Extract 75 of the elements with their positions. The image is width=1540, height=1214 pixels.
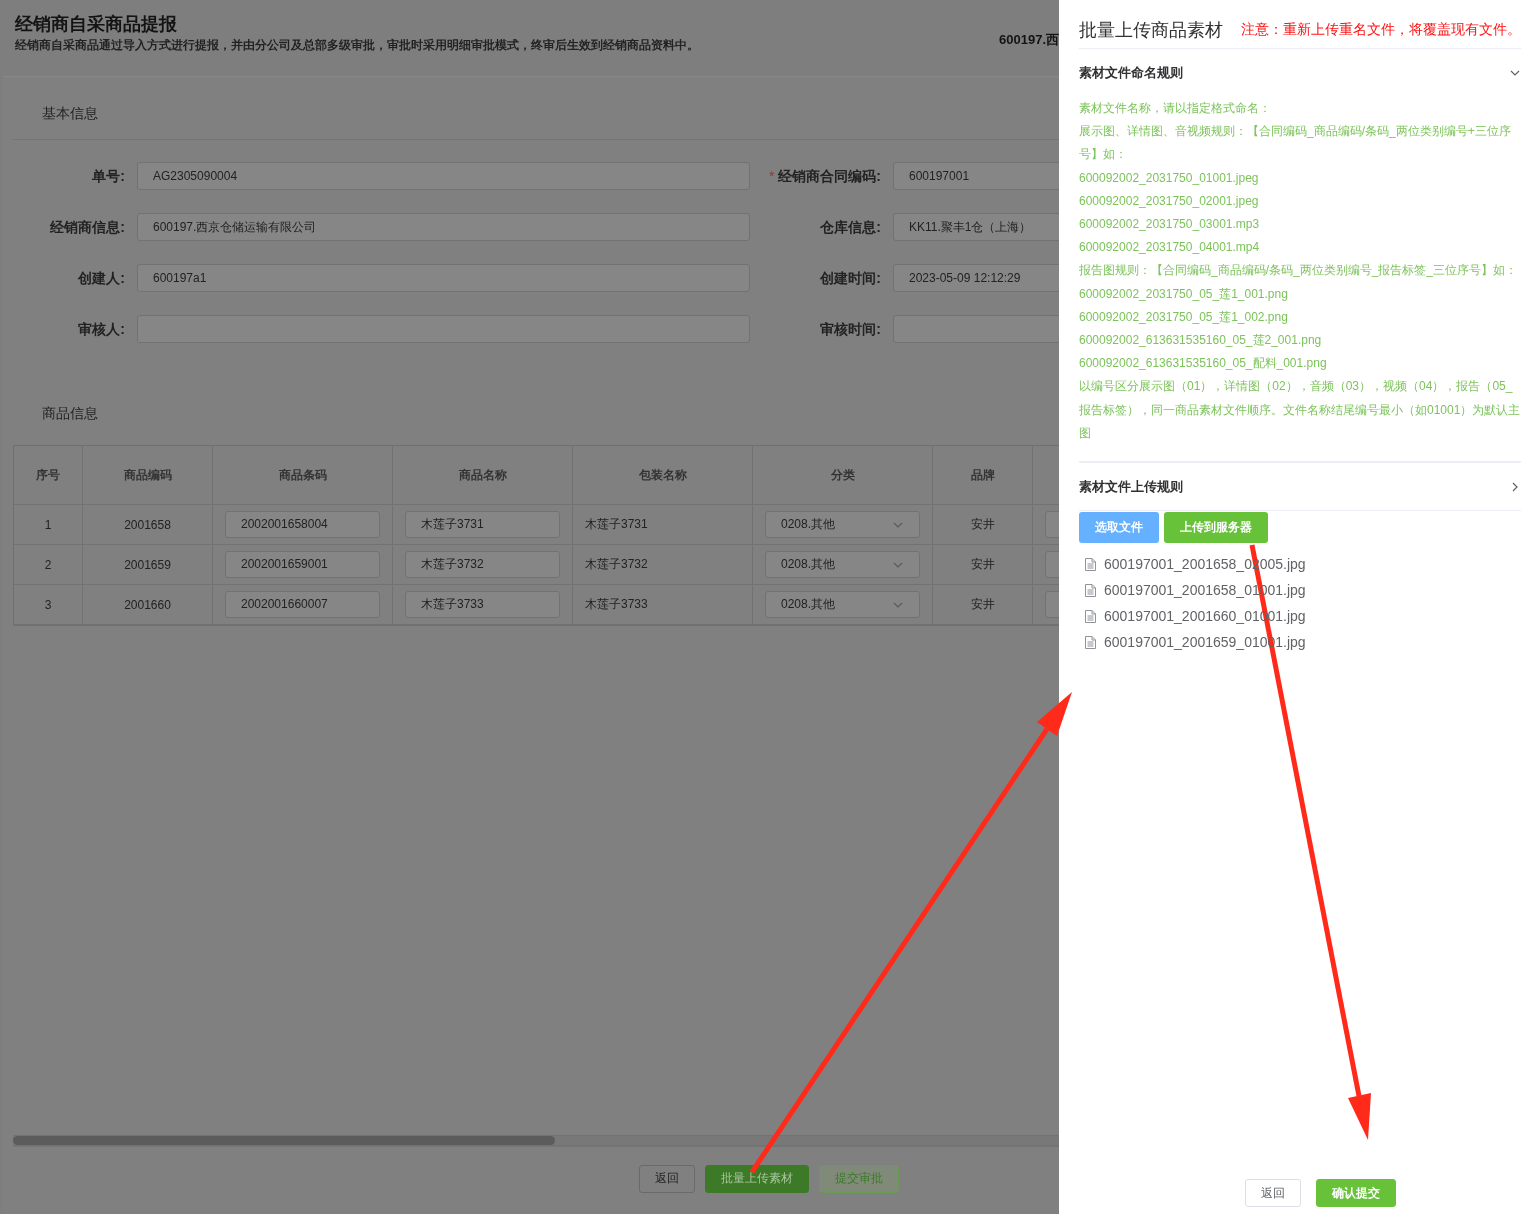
table-cell: 2001659 (83, 545, 213, 584)
scrollbar[interactable] (13, 1135, 1059, 1146)
collapse-title: 素材文件命名规则 (1079, 63, 1183, 82)
naming-rule-text: 600092002_2031750_03001.mp3 (1079, 216, 1261, 233)
field-label: 仓库信息: (819, 218, 882, 237)
naming-rule-text: 报告图规则：【合同编码_商品编码/条码_两位类别编号_报告标签_三位序号】如： (1079, 262, 1519, 280)
naming-rule-text: 素材文件名称，请以指定格式命名： (1079, 100, 1272, 117)
column-header: 商品名称 (393, 446, 573, 504)
table-cell: 木莲子3732 (573, 545, 753, 584)
field-label: 创建时间: (819, 269, 882, 288)
page-description: 经销商自采商品通过导入方式进行提报，并由分公司及总部多级审批，审批时采用明细审批模式，终审后生效到经销商品资料中。 (15, 38, 699, 53)
naming-rule-text: 600092002_2031750_01001.jpeg (1079, 169, 1260, 187)
input-field[interactable]: 2023-05-09 12:12:29 (893, 264, 1059, 292)
table-cell: 木莲子3733 (573, 585, 753, 624)
section-heading: 商品信息 (41, 404, 99, 423)
input-field[interactable]: 2002001660007 (225, 591, 380, 618)
field-label: 审核时间: (819, 320, 882, 339)
category-select[interactable]: 0208.其他 (765, 511, 920, 538)
document-icon (1085, 609, 1096, 623)
naming-rule-text: 600092002_613631535160_05_配料_001.png (1079, 355, 1328, 373)
collapse-header[interactable]: 素材文件命名规则 (1079, 49, 1521, 97)
naming-rule-text: 600092002_2031750_04001.mp4 (1079, 239, 1261, 257)
naming-rule-text: 600092002_2031750_05_莲1_001.png (1079, 285, 1289, 303)
table-cell: 1 (14, 505, 83, 544)
required-mark: * (768, 168, 775, 184)
collapse-header[interactable]: 素材文件上传规则 (1079, 463, 1521, 512)
input-field[interactable]: 木莲子3733 (405, 591, 560, 618)
table-cell: 安井 (933, 585, 1033, 624)
page-title: 经销商自采商品提报 (15, 13, 178, 36)
input-field[interactable]: AG2305090004 (137, 162, 750, 190)
scrollbar-thumb[interactable] (13, 1136, 555, 1145)
column-header: 商品编码 (83, 446, 213, 504)
input-field[interactable]: KK11.聚丰1仓（上海） (893, 213, 1059, 241)
naming-rule-text: 600092002_2031750_05_莲1_002.png (1079, 308, 1289, 326)
column-header: 品牌 (933, 446, 1033, 504)
column-header: 分类 (753, 446, 933, 504)
category-select[interactable]: 0208.其他 (765, 551, 920, 578)
action-button[interactable]: 批量上传素材 (705, 1164, 809, 1193)
field-label: 单号: (91, 167, 126, 186)
input-field[interactable]: 木莲子3732 (405, 551, 560, 578)
document-icon (1085, 635, 1096, 649)
table-cell: 木莲子3731 (573, 505, 753, 544)
section-heading: 基本信息 (13, 77, 1059, 140)
warning-text: 注意：重新上传重名文件，将覆盖现有文件。 (1241, 21, 1521, 39)
naming-rule-text: 以编号区分展示图（01），详情图（02），音频（03），视频（04），报告（05_报告标签），同一商品素材文件顺序。文件名称结尾编号最小（如01001）为默认主图 (1079, 378, 1521, 442)
column-header: 序号 (14, 446, 83, 504)
field-label: 创建人: (77, 269, 126, 288)
action-button[interactable]: 返回 (1245, 1179, 1301, 1207)
table-cell: 3 (14, 585, 83, 624)
naming-rule-text: 展示图、详情图、音视频规则：【合同编码_商品编码/条码_两位类别编号+三位序号】如： (1079, 123, 1512, 164)
input-field[interactable]: 2002001659001 (225, 551, 380, 578)
action-button[interactable]: 返回 (639, 1164, 695, 1193)
collapse-title: 素材文件上传规则 (1079, 477, 1183, 496)
input-field[interactable]: 600197.西京仓储运输有限公司 (137, 213, 750, 241)
input-field[interactable]: 600197a1 (137, 264, 750, 292)
table-cell: 2 (14, 545, 83, 584)
column-header: 包装名称 (573, 446, 753, 504)
document-icon (1085, 557, 1096, 571)
column-header: 商品条码 (213, 446, 393, 504)
table-cell: 2001660 (83, 585, 213, 624)
category-select[interactable]: 0208.其他 (765, 591, 920, 618)
naming-rule-text: 600092002_613631535160_05_莲2_001.png (1079, 332, 1323, 350)
document-icon (1085, 583, 1096, 597)
input-field[interactable]: 2002001658004 (225, 511, 380, 538)
input-field[interactable]: 600197001 (893, 162, 1059, 190)
table-cell: 安井 (933, 545, 1033, 584)
field-label: 审核人: (77, 320, 126, 339)
user-info: 600197.西 (999, 31, 1059, 49)
table-cell: 安井 (933, 505, 1033, 544)
naming-rule-text: 600092002_2031750_02001.jpeg (1079, 192, 1260, 210)
field-label: * 经销商合同编码: (767, 167, 882, 186)
input-field[interactable]: 木莲子3731 (405, 511, 560, 538)
drawer-title: 批量上传商品素材 (1079, 19, 1223, 42)
table-cell: 2001658 (83, 505, 213, 544)
field-label: 经销商信息: (49, 218, 126, 237)
